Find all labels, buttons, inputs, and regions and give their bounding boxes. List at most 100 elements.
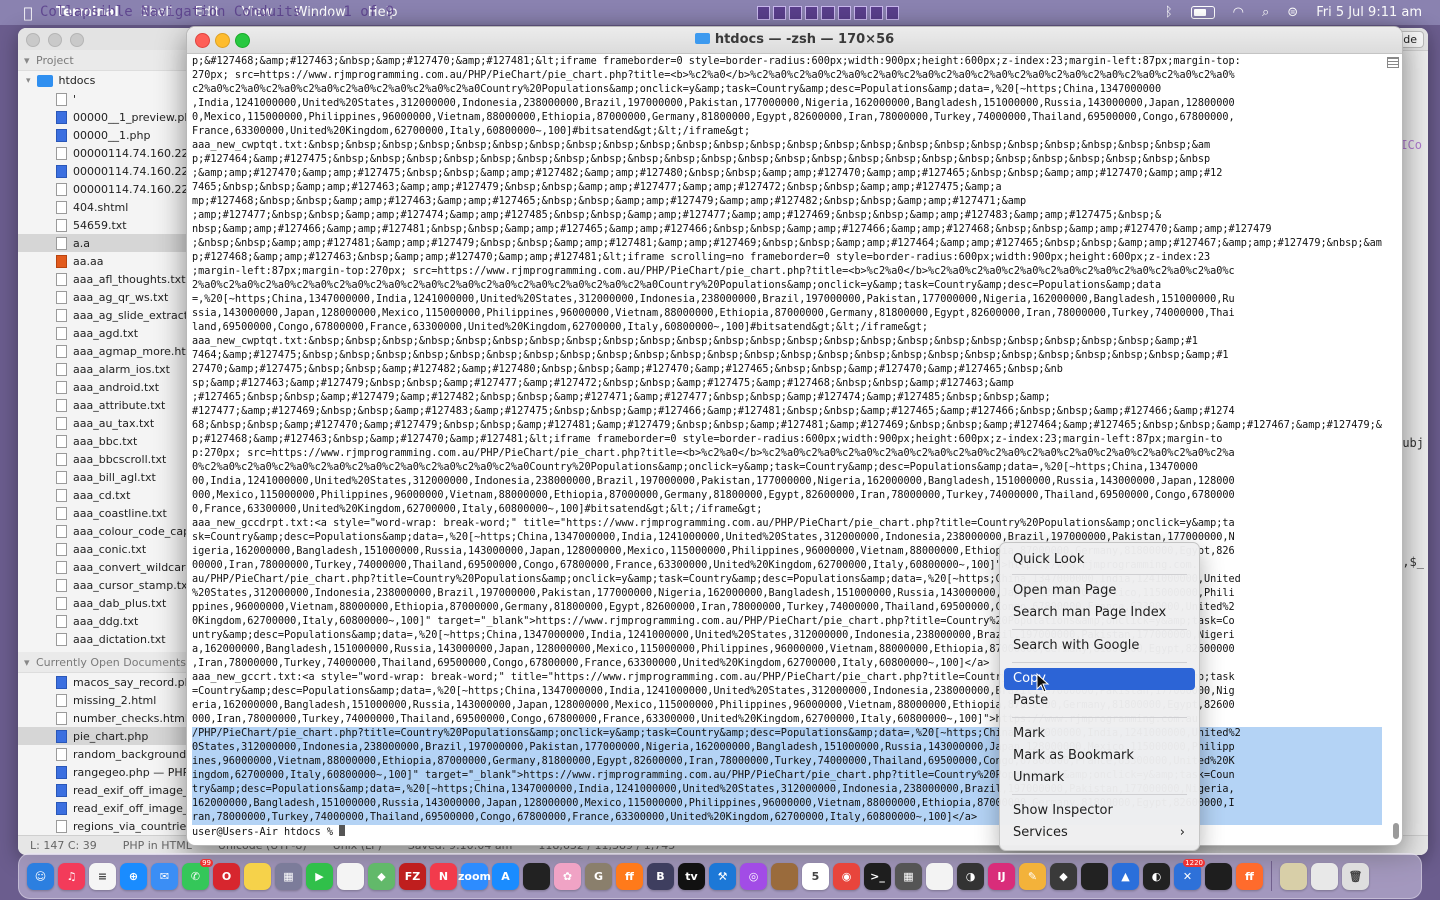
wifi-icon[interactable]: ◠ — [1233, 5, 1244, 20]
file-item[interactable]: 54659.txt — [18, 216, 186, 234]
file-item[interactable]: aaa_coastline.txt — [18, 504, 186, 522]
file-item[interactable]: aaa_colour_code_cap — [18, 522, 186, 540]
file-item[interactable]: macos_say_record.php — [18, 673, 186, 691]
dock-documents-icon[interactable] — [1311, 862, 1338, 890]
dock-intellij-icon[interactable]: IJ — [988, 862, 1015, 890]
file-item[interactable]: aaa_bill_agl.txt — [18, 468, 186, 486]
dock-apple-tv-icon[interactable]: tv — [678, 862, 705, 890]
battery-icon[interactable] — [1190, 6, 1215, 19]
dock-filezilla-icon[interactable]: FZ — [399, 862, 426, 890]
dock-xcode-tools-icon[interactable]: ✕ 1220 — [1174, 858, 1205, 890]
file-item[interactable]: 00000__1_preview.php — [18, 108, 186, 126]
menu-item-open-man-page[interactable]: Open man Page — [1004, 580, 1195, 602]
editor-zoom-button[interactable] — [70, 33, 84, 47]
dock-photos-icon[interactable]: ✿ — [554, 862, 581, 890]
terminal-titlebar[interactable]: htdocs — -zsh — 170×56 — [187, 27, 1402, 54]
dock-misc1-icon[interactable]: ◆ — [1050, 862, 1077, 890]
dock-bbedit-icon[interactable]: B — [647, 862, 674, 890]
dock-calculator-icon[interactable]: ▦ — [895, 862, 922, 890]
file-item[interactable]: aaa_afl_thoughts.txt — [18, 270, 186, 288]
project-section-header[interactable]: ▾ Project — [18, 50, 186, 71]
bluetooth-icon[interactable]: ᛒ — [1165, 5, 1173, 20]
file-item[interactable]: aaa_ag_qr_ws.txt — [18, 288, 186, 306]
file-item[interactable]: 00000114.74.160.225 — [18, 162, 186, 180]
dock-vpn-icon[interactable]: ◑ — [957, 862, 984, 890]
control-center-icon[interactable]: ⊜ — [1287, 5, 1298, 20]
menu-item-quick-look[interactable]: Quick Look — [1004, 549, 1195, 571]
dock-firefox-dev-icon[interactable]: ff — [1236, 862, 1263, 890]
file-item[interactable]: aaa_dictation.txt — [18, 630, 186, 648]
menu-item-services[interactable]: Services › — [1004, 822, 1195, 844]
root-folder[interactable]: ▾ htdocs — [18, 71, 186, 90]
file-item[interactable]: aaa_cursor_stamp.txt — [18, 576, 186, 594]
file-item[interactable]: aaa_bbcscroll.txt — [18, 450, 186, 468]
file-item[interactable]: aaa_ag_slide_extract — [18, 306, 186, 324]
menu-item-copy[interactable]: Copy — [1004, 668, 1195, 690]
dock-reminders-icon[interactable]: ≡ — [89, 862, 116, 890]
file-item[interactable]: aaa_agd.txt — [18, 324, 186, 342]
menu-item-mark[interactable]: Mark — [1004, 723, 1195, 745]
terminal-output[interactable]: p;&#127468;&amp;#127463;&nbsp;&amp;#1274… — [192, 55, 1382, 841]
dock-mail-icon[interactable]: ✉ — [151, 862, 178, 890]
dock-maps-icon[interactable]: ◆ — [368, 862, 395, 890]
dock-facetime-icon[interactable]: ▶ — [306, 862, 333, 890]
dock-opera-icon[interactable]: O — [213, 862, 240, 890]
dock-safari-icon[interactable]: ⊕ — [120, 862, 147, 890]
file-item[interactable]: aaa_agmap_more.htm — [18, 342, 186, 360]
dock-console-icon[interactable] — [1081, 862, 1108, 890]
scrollbar-thumb[interactable] — [1393, 823, 1399, 839]
file-item[interactable]: 00000__1.php — [18, 126, 186, 144]
file-item[interactable]: aaa_android.txt — [18, 378, 186, 396]
dock-gimp-icon[interactable]: G — [585, 862, 612, 890]
dock-activity-icon[interactable] — [1205, 862, 1232, 890]
file-item[interactable]: rangegeo.php — PHP/Ge — [18, 763, 186, 781]
dock-preview-icon[interactable] — [926, 862, 953, 890]
file-item[interactable]: aaa_attribute.txt — [18, 396, 186, 414]
dock-xcode-icon[interactable]: ⚒ — [709, 862, 736, 890]
file-item[interactable]: aaa_au_tax.txt — [18, 414, 186, 432]
file-item[interactable]: aaa_bbc.txt — [18, 432, 186, 450]
file-item[interactable]: ' — [18, 90, 186, 108]
file-item[interactable]: missing_2.html — [18, 691, 186, 709]
file-item[interactable]: aaa_ddg.txt — [18, 612, 186, 630]
dock-calendar-icon[interactable]: 5 — [802, 862, 829, 890]
file-item[interactable]: pie_chart.php — [18, 727, 186, 745]
spotlight-icon[interactable]: ⌕ — [1262, 5, 1269, 20]
dock-launchpad-icon[interactable]: ▦ — [275, 862, 302, 890]
file-item[interactable]: aaa_dab_plus.txt — [18, 594, 186, 612]
split-pane-icon[interactable] — [1387, 57, 1399, 68]
menu-item-show-inspector[interactable]: Show Inspector — [1004, 800, 1195, 822]
file-item[interactable]: regions_via_countries.h — [18, 817, 186, 835]
open-documents-header[interactable]: ▾ Currently Open Documents — [18, 652, 186, 673]
dock-music-icon[interactable]: ♫ — [58, 862, 85, 890]
dock-tools-icon[interactable]: ✎ — [1019, 862, 1046, 890]
file-item[interactable]: read_exif_off_image_ro — [18, 799, 186, 817]
file-item[interactable]: 00000114.74.160.225 — [18, 180, 186, 198]
dock-podcasts-icon[interactable]: ◎ — [740, 862, 767, 890]
clock[interactable]: Fri 5 Jul 9:11 am — [1316, 5, 1422, 20]
editor-close-button[interactable] — [26, 33, 40, 47]
dock-terminal-icon[interactable]: >_ — [864, 862, 891, 890]
file-item[interactable]: 00000114.74.160.225 — [18, 144, 186, 162]
dock-textedit-icon[interactable] — [337, 862, 364, 890]
menu-item-unmark[interactable]: Unmark — [1004, 767, 1195, 789]
dock-krita-icon[interactable]: ▲ — [1112, 862, 1139, 890]
dock-app-store-icon[interactable]: A — [492, 862, 519, 890]
menu-item-search-man-page-index[interactable]: Search man Page Index — [1004, 602, 1195, 624]
file-item[interactable]: aaa_convert_wildcard — [18, 558, 186, 576]
file-item[interactable]: aaa_cd.txt — [18, 486, 186, 504]
file-item[interactable]: random_background.htm — [18, 745, 186, 763]
file-item[interactable]: a.a — [18, 234, 186, 252]
apple-menu-icon[interactable]:  — [18, 4, 38, 22]
dock-terminal-dark-icon[interactable] — [523, 862, 550, 890]
dock-github-icon[interactable]: ◐ — [1143, 862, 1170, 890]
file-item[interactable]: read_exif_off_image_ro — [18, 781, 186, 799]
menu-item-search-with-google[interactable]: Search with Google — [1004, 635, 1195, 657]
dock-news-icon[interactable]: N — [430, 862, 457, 890]
terminal-prompt-line[interactable]: user@Users-Air htdocs % — [192, 825, 1382, 839]
dock-downloads-icon[interactable] — [1280, 862, 1307, 890]
dock-finder-icon[interactable]: ☺ — [27, 862, 54, 890]
file-item[interactable]: aaa_conic.txt — [18, 540, 186, 558]
dock-books-icon[interactable] — [771, 862, 798, 890]
editor-minimize-button[interactable] — [48, 33, 62, 47]
